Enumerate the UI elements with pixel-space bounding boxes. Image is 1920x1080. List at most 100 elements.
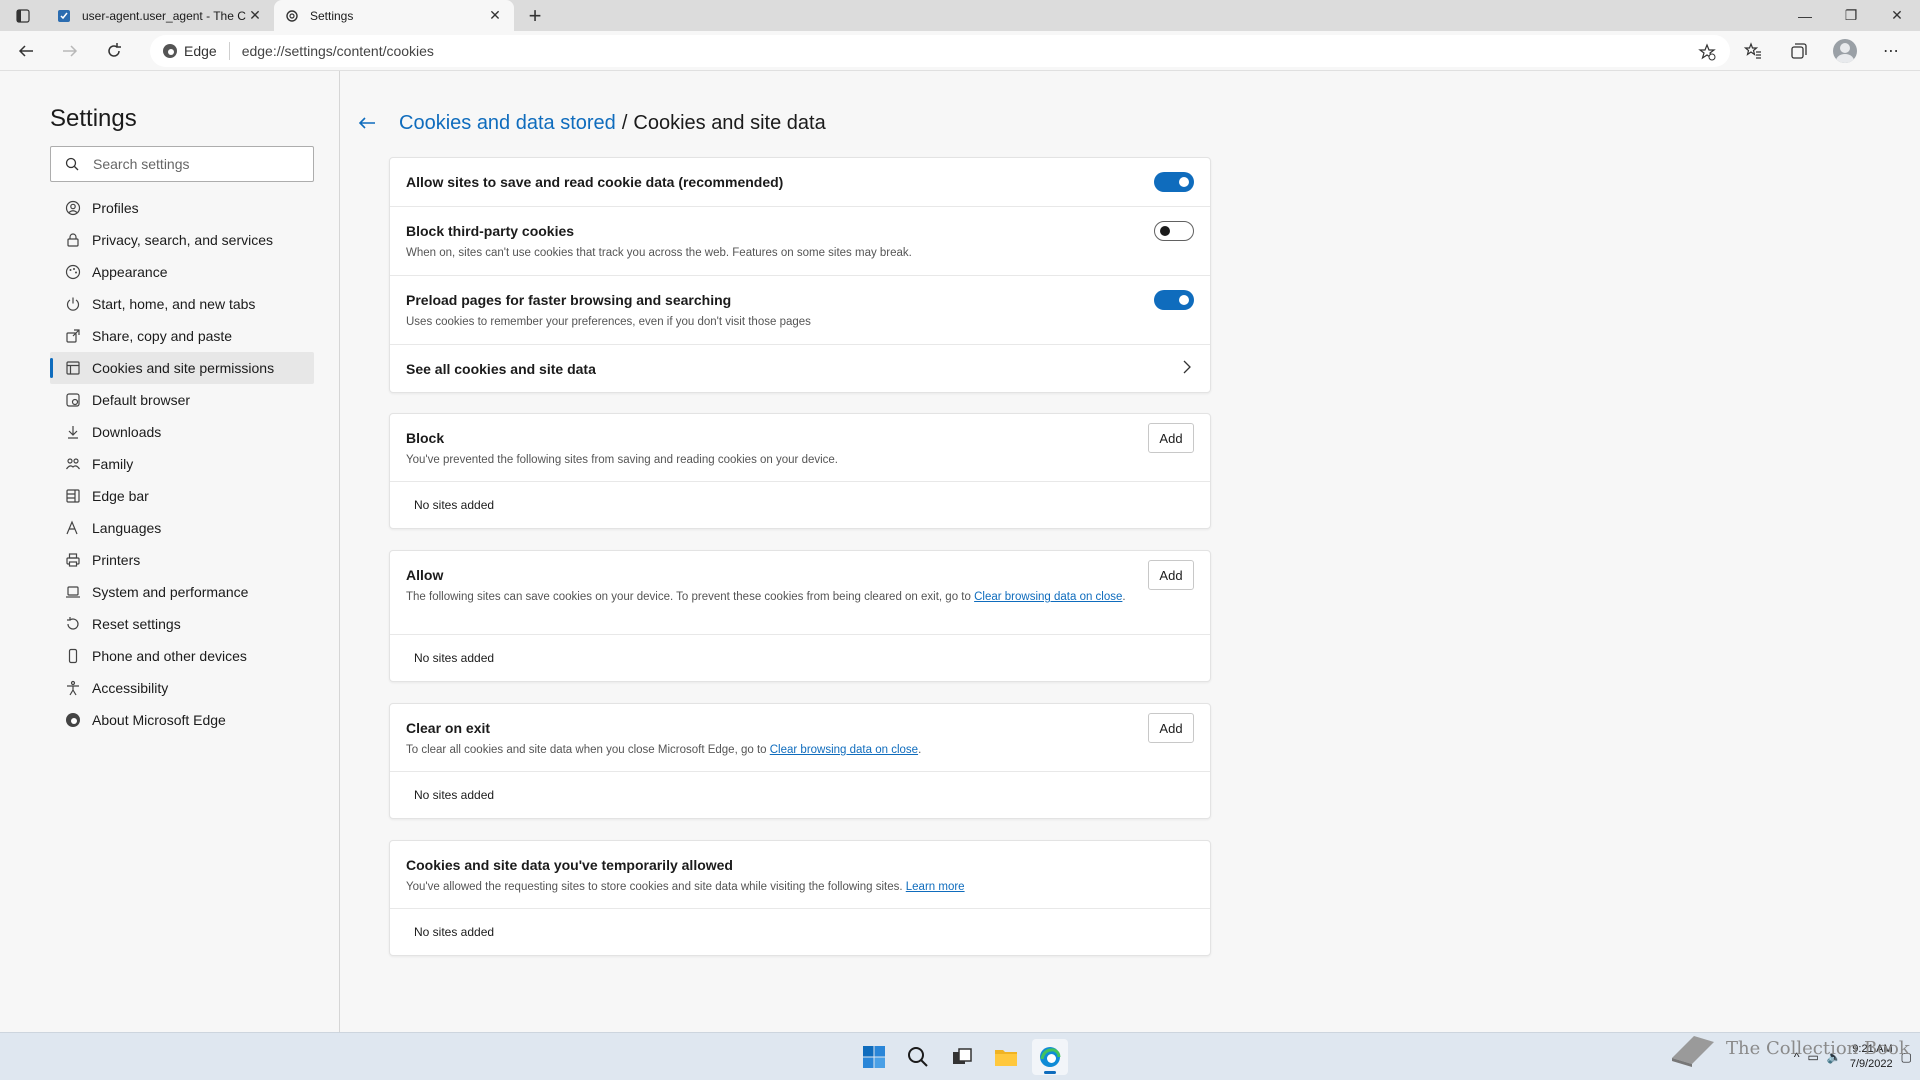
- avatar: [1833, 39, 1857, 63]
- sidebar-item-printers[interactable]: Printers: [50, 544, 314, 576]
- refresh-button[interactable]: [96, 35, 132, 67]
- breadcrumb: Cookies and data stored / Cookies and si…: [357, 111, 826, 135]
- window-controls: — ❐ ✕: [1782, 0, 1920, 31]
- clear-on-exit-add-button[interactable]: Add: [1148, 713, 1194, 743]
- document-icon: [56, 8, 72, 24]
- allow-cookies-toggle[interactable]: [1154, 172, 1194, 192]
- chevron-right-icon: [1182, 360, 1192, 379]
- back-arrow-icon[interactable]: [357, 111, 387, 135]
- close-icon[interactable]: ✕: [246, 7, 264, 25]
- sidebar-item-label: Privacy, search, and services: [92, 232, 274, 248]
- refresh-icon: [108, 42, 121, 57]
- printer-icon: [64, 551, 82, 569]
- forward-button[interactable]: [52, 35, 88, 67]
- tab-settings[interactable]: Settings ✕: [274, 0, 514, 31]
- allow-cookies-row: Allow sites to save and read cookie data…: [390, 158, 1210, 207]
- windows-start-icon[interactable]: [856, 1039, 892, 1075]
- allow-list-card: Allow The following sites can save cooki…: [389, 550, 1211, 682]
- preload-toggle[interactable]: [1154, 290, 1194, 310]
- power-icon: [64, 295, 82, 313]
- more-icon[interactable]: ⋯: [1872, 35, 1910, 67]
- new-tab-button[interactable]: +: [518, 0, 552, 31]
- file-explorer-icon[interactable]: [988, 1039, 1024, 1075]
- sidebar-item-label: System and performance: [92, 584, 249, 600]
- sidebar-item-privacy[interactable]: Privacy, search, and services: [50, 224, 314, 256]
- sidebar-item-label: Accessibility: [92, 680, 169, 696]
- allow-desc-end: .: [1122, 591, 1126, 603]
- page-title: Cookies and site data: [633, 111, 826, 134]
- block-third-party-desc: When on, sites can't use cookies that tr…: [406, 247, 912, 259]
- tab-title: user-agent.user_agent - The Col: [82, 8, 246, 23]
- sidebar-item-downloads[interactable]: Downloads: [50, 416, 314, 448]
- sidebar-item-edge-bar[interactable]: Edge bar: [50, 480, 314, 512]
- tab-actions-button[interactable]: [0, 0, 46, 31]
- allow-empty-row: No sites added: [390, 635, 1210, 682]
- sidebar-item-system[interactable]: System and performance: [50, 576, 314, 608]
- temp-allowed-empty-row: No sites added: [390, 909, 1210, 956]
- sidebar-item-label: Reset settings: [92, 616, 181, 632]
- clear-browsing-data-link[interactable]: Clear browsing data on close: [770, 744, 918, 756]
- taskbar-search-icon[interactable]: [900, 1039, 936, 1075]
- task-view-icon[interactable]: [944, 1039, 980, 1075]
- profile-icon: [64, 199, 82, 217]
- sidebar-item-appearance[interactable]: Appearance: [50, 256, 314, 288]
- sidebar-item-profiles[interactable]: Profiles: [50, 192, 314, 224]
- clear-on-exit-desc-end: .: [918, 744, 922, 756]
- search-input[interactable]: Search settings: [50, 146, 314, 182]
- edge-bar-icon: [64, 487, 82, 505]
- profile-button[interactable]: [1826, 35, 1864, 67]
- sidebar-item-phone[interactable]: Phone and other devices: [50, 640, 314, 672]
- sidebar-item-cookies[interactable]: Cookies and site permissions: [50, 352, 314, 384]
- sidebar-item-default-browser[interactable]: Default browser: [50, 384, 314, 416]
- breadcrumb-parent-link[interactable]: Cookies and data stored: [399, 112, 616, 135]
- accessibility-icon: [64, 679, 82, 697]
- learn-more-link[interactable]: Learn more: [906, 881, 965, 893]
- close-icon[interactable]: ✕: [486, 7, 504, 25]
- allow-header: Allow The following sites can save cooki…: [390, 551, 1210, 635]
- language-icon: [64, 519, 82, 537]
- preload-row: Preload pages for faster browsing and se…: [390, 276, 1210, 345]
- sidebar-item-start-home[interactable]: Start, home, and new tabs: [50, 288, 314, 320]
- block-third-party-toggle[interactable]: [1154, 221, 1194, 241]
- sidebar-item-family[interactable]: Family: [50, 448, 314, 480]
- url-text[interactable]: edge://settings/content/cookies: [242, 43, 434, 59]
- sidebar-item-reset[interactable]: Reset settings: [50, 608, 314, 640]
- see-all-cookies-row[interactable]: See all cookies and site data: [390, 345, 1210, 393]
- toolbar-right: ⋯: [1734, 35, 1910, 67]
- allow-desc: The following sites can save cookies on …: [406, 589, 1126, 605]
- laptop-icon: [64, 583, 82, 601]
- minimize-icon[interactable]: —: [1782, 0, 1828, 31]
- restore-icon[interactable]: ❐: [1828, 0, 1874, 31]
- phone-icon: [64, 647, 82, 665]
- search-icon: [65, 157, 79, 171]
- sidebar-item-label: About Microsoft Edge: [92, 712, 226, 728]
- see-all-cookies-title: See all cookies and site data: [406, 361, 596, 377]
- sidebar-item-label: Start, home, and new tabs: [92, 296, 256, 312]
- edge-taskbar-icon[interactable]: [1032, 1039, 1068, 1075]
- add-favorite-icon[interactable]: [1698, 43, 1716, 64]
- collections-icon[interactable]: [1780, 35, 1818, 67]
- sidebar-item-accessibility[interactable]: Accessibility: [50, 672, 314, 704]
- sidebar-item-label: Family: [92, 456, 134, 472]
- preload-desc: Uses cookies to remember your preference…: [406, 316, 811, 328]
- clear-browsing-data-link[interactable]: Clear browsing data on close: [974, 591, 1122, 603]
- back-button[interactable]: [8, 35, 44, 67]
- close-window-icon[interactable]: ✕: [1874, 0, 1920, 31]
- sidebar-item-label: Printers: [92, 552, 141, 568]
- sidebar-item-label: Cookies and site permissions: [92, 360, 275, 376]
- sidebar-item-languages[interactable]: Languages: [50, 512, 314, 544]
- block-add-button[interactable]: Add: [1148, 423, 1194, 453]
- temp-allowed-desc-text: You've allowed the requesting sites to s…: [406, 881, 903, 893]
- clear-on-exit-desc-text: To clear all cookies and site data when …: [406, 744, 767, 756]
- sidebar-item-label: Profiles: [92, 200, 139, 216]
- tab-user-agent[interactable]: user-agent.user_agent - The Col ✕: [46, 0, 274, 31]
- allow-desc-text: The following sites can save cookies on …: [406, 591, 971, 603]
- favorites-icon[interactable]: [1734, 35, 1772, 67]
- temporarily-allowed-card: Cookies and site data you've temporarily…: [389, 840, 1211, 956]
- sidebar-item-label: Default browser: [92, 392, 191, 408]
- address-bar[interactable]: Edge edge://settings/content/cookies: [150, 35, 1730, 67]
- allow-add-button[interactable]: Add: [1148, 560, 1194, 590]
- settings-title: Settings: [50, 105, 137, 132]
- sidebar-item-share[interactable]: Share, copy and paste: [50, 320, 314, 352]
- sidebar-item-about[interactable]: About Microsoft Edge: [50, 704, 314, 736]
